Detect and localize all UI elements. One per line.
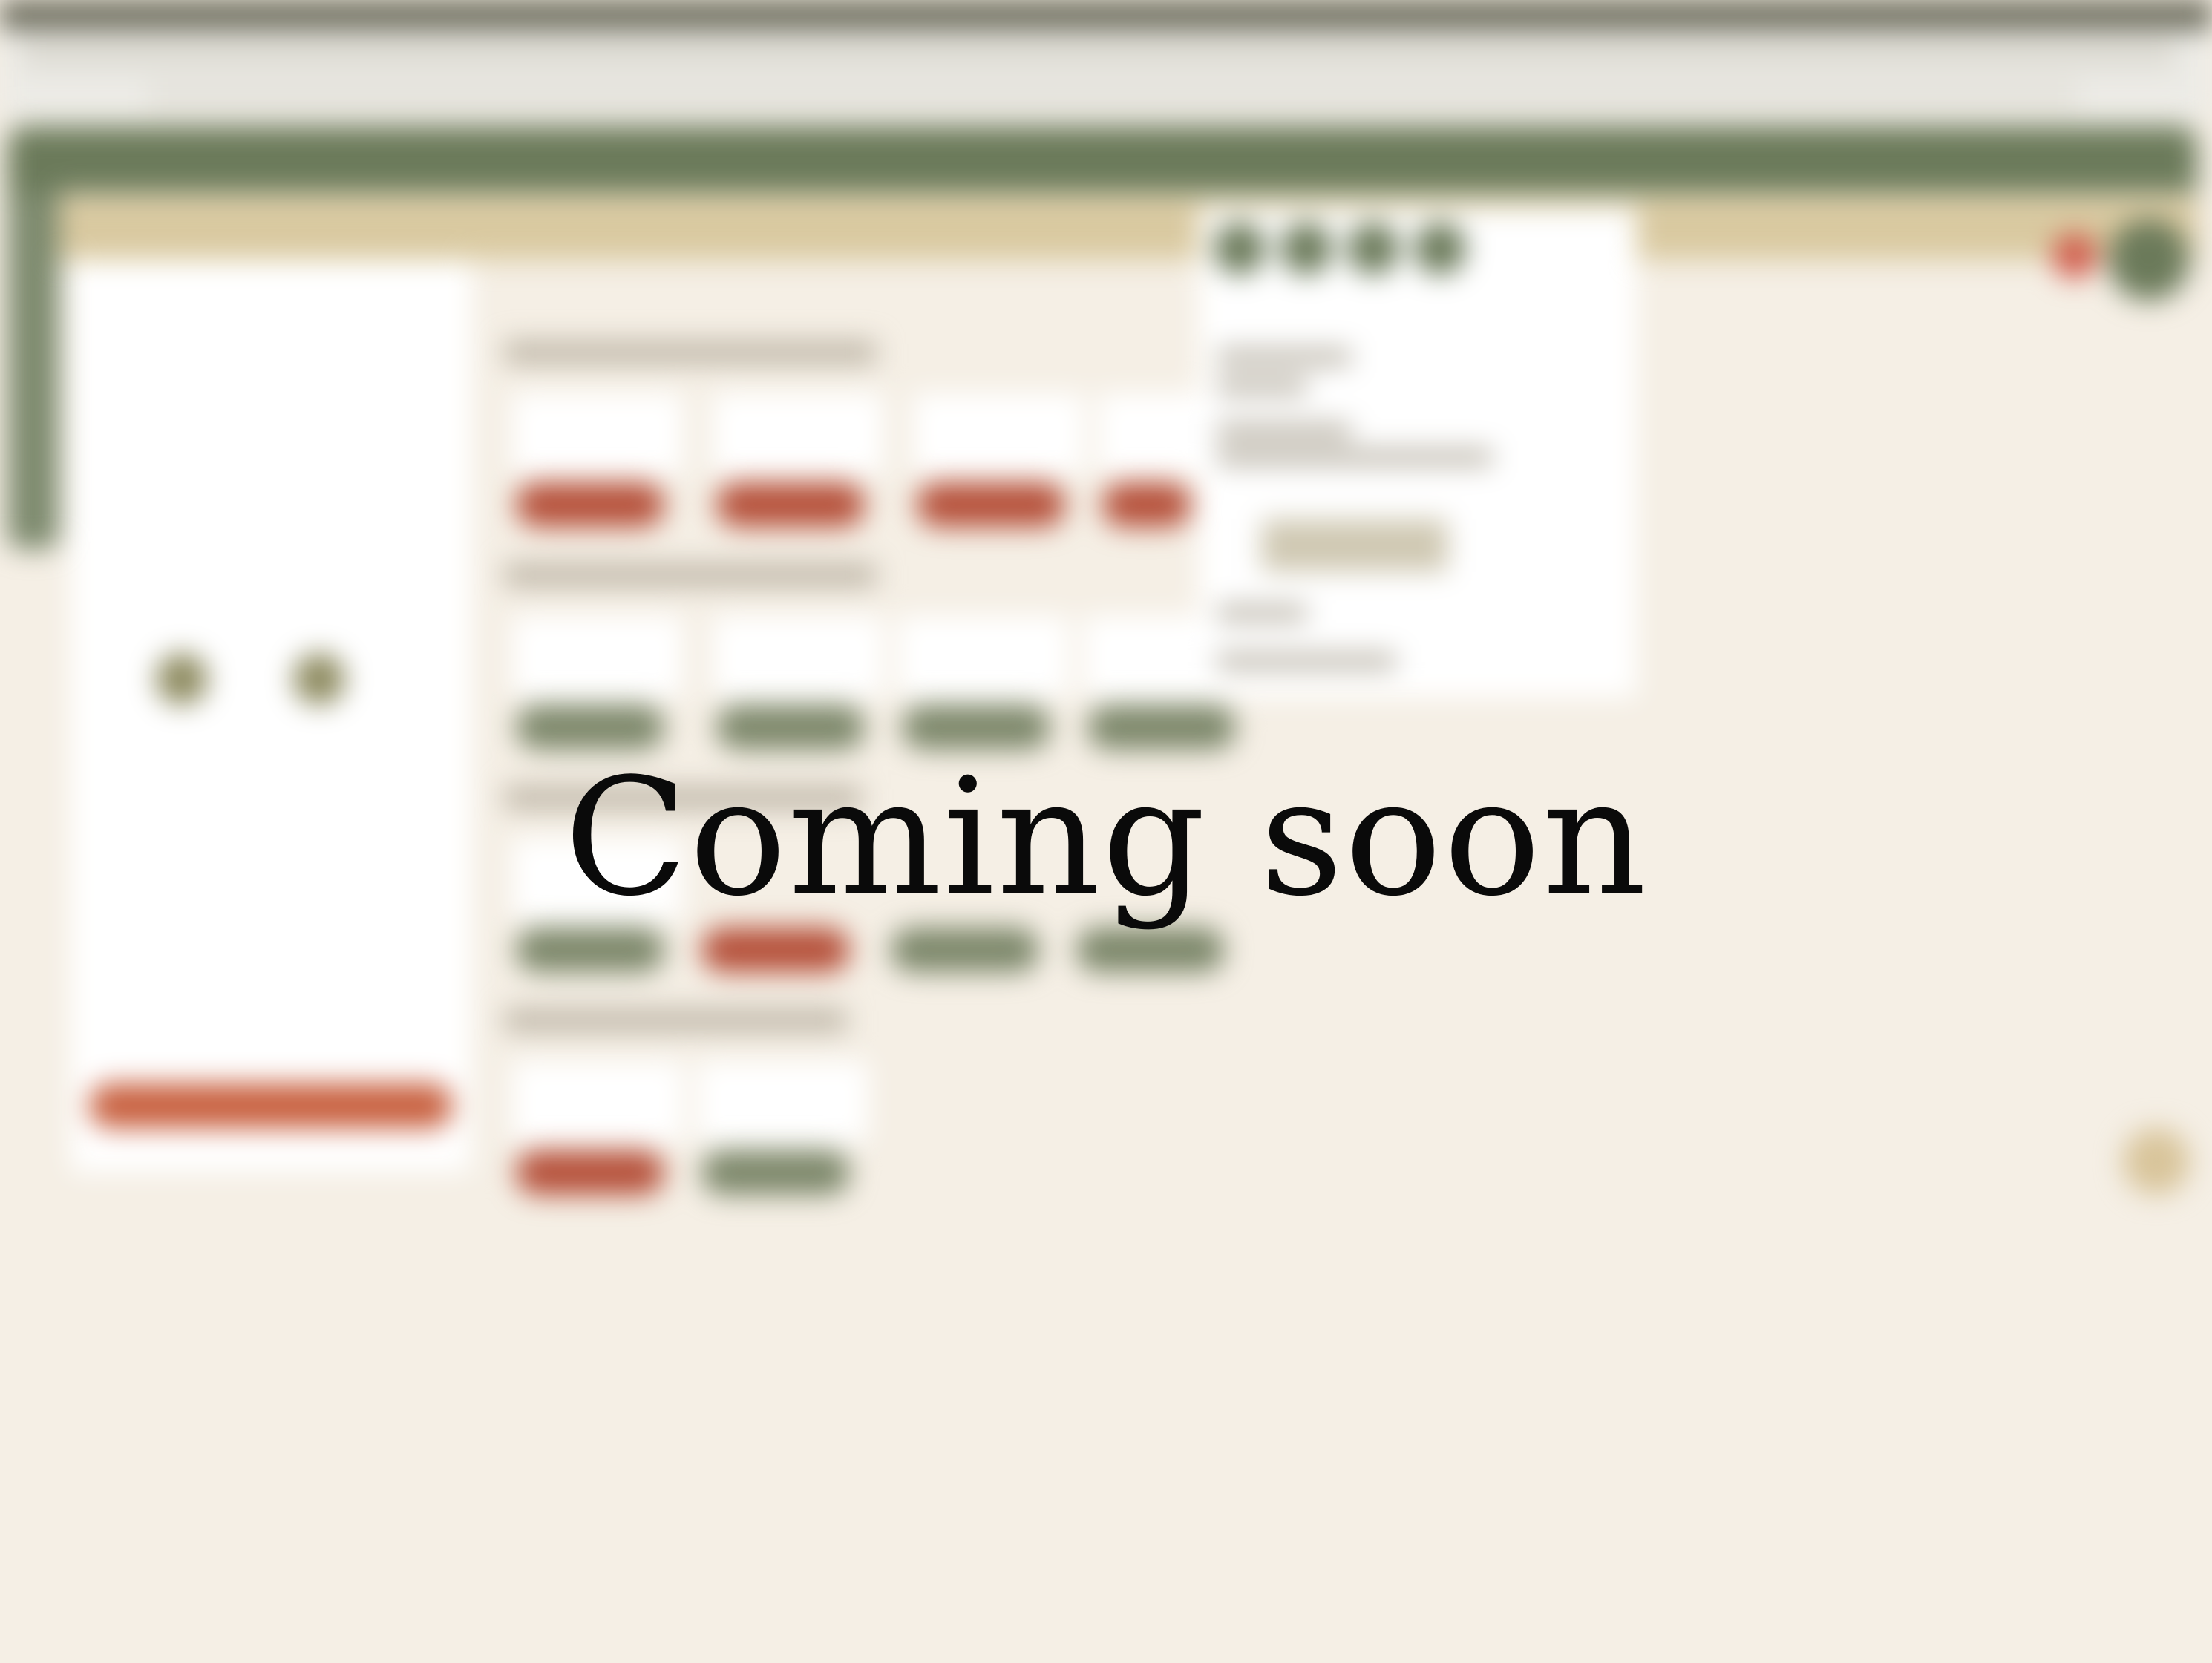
slot-button — [516, 928, 664, 972]
day-heading — [505, 341, 876, 364]
popup-icon — [1280, 223, 1332, 275]
popup-text-line — [1217, 423, 1351, 439]
popup-icon — [1347, 223, 1399, 275]
browser-address-bar — [148, 82, 2078, 111]
slot-button — [516, 705, 664, 750]
slot-button — [701, 1150, 850, 1195]
day-heading — [505, 564, 876, 586]
slot-button — [891, 928, 1039, 972]
slot-card — [698, 1061, 868, 1143]
slot-button — [917, 482, 1065, 527]
slot-button — [716, 705, 865, 750]
slot-button — [1102, 482, 1191, 527]
app-header — [7, 126, 2197, 193]
calendar-selected-day — [293, 653, 345, 705]
help-icon — [2123, 1128, 2190, 1195]
notification-badge — [2052, 234, 2097, 278]
slot-button — [902, 705, 1050, 750]
calendar-selected-day — [156, 653, 208, 705]
app-subbar — [45, 197, 2197, 260]
slot-card — [512, 393, 683, 475]
popup-text-line — [1217, 605, 1306, 621]
popup-icon — [1414, 223, 1466, 275]
slot-card — [913, 393, 1084, 475]
coming-soon-page: Coming soon — [0, 0, 2212, 1663]
popup-text-line — [1217, 449, 1492, 465]
browser-title-bar — [0, 0, 2212, 30]
left-nav-rail — [7, 193, 59, 549]
avatar — [2108, 219, 2190, 301]
slot-button — [716, 482, 865, 527]
popup-text-line — [1217, 378, 1306, 395]
sidebar-action-button — [89, 1083, 453, 1128]
slot-button — [516, 482, 664, 527]
slot-card — [512, 1061, 683, 1143]
slot-button — [1087, 705, 1236, 750]
slot-button — [701, 928, 850, 972]
slot-card — [713, 616, 883, 698]
coming-soon-title: Coming soon — [563, 744, 1649, 932]
slot-button — [1076, 928, 1225, 972]
slot-card — [898, 616, 1069, 698]
calendar-sidebar — [71, 260, 471, 1172]
popup-icon — [1214, 223, 1266, 275]
browser-tab-strip — [22, 37, 2175, 67]
slot-card — [713, 393, 883, 475]
slot-button — [516, 1150, 664, 1195]
popup-text-line — [1217, 349, 1351, 365]
popup-image — [1262, 519, 1447, 571]
popup-text-line — [1217, 653, 1395, 669]
slot-card — [512, 616, 683, 698]
day-heading — [505, 1009, 846, 1031]
